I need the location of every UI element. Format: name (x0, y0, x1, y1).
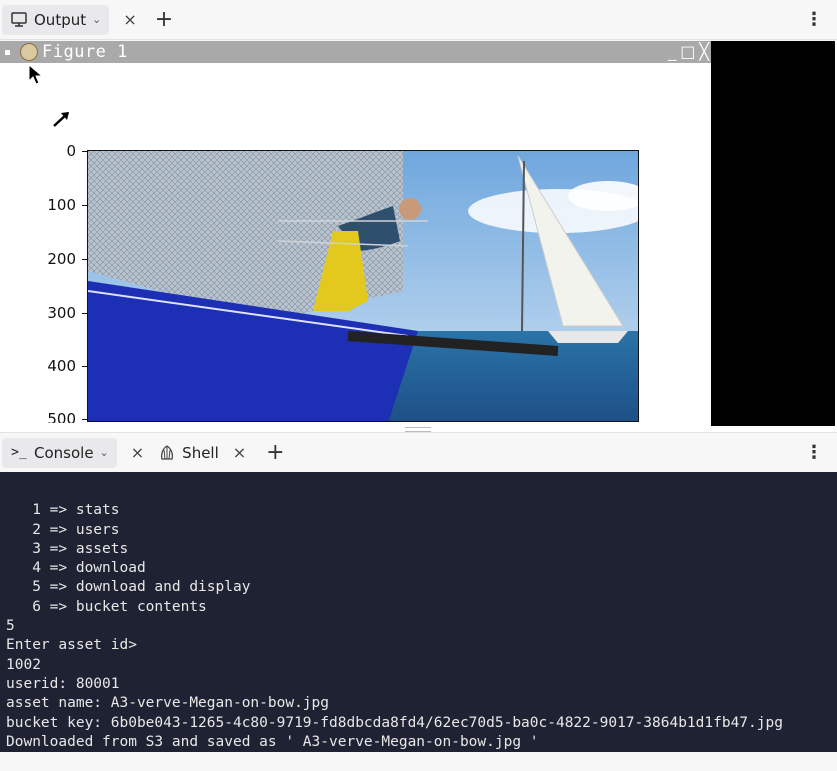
mouse-pointer-icon (28, 64, 44, 85)
more-options-icon[interactable]: ⋮ (805, 442, 823, 463)
maximize-button[interactable]: □ (680, 42, 695, 61)
shell-icon (158, 444, 176, 462)
output-tabbar: Output ⌄ × + ⋮ (0, 0, 837, 40)
close-tab-console-button[interactable]: × (131, 443, 144, 462)
y-tick-label: 400 (47, 357, 76, 375)
more-options-icon[interactable]: ⋮ (805, 9, 823, 30)
figure-titlebar[interactable]: Figure 1 _ □ ╳ (0, 41, 711, 63)
chevron-down-icon[interactable]: ⌄ (100, 446, 109, 459)
tab-console[interactable]: >_ Console ⌄ (2, 437, 117, 468)
window-menu-icon[interactable] (5, 49, 10, 55)
tab-shell-label: Shell (182, 443, 219, 462)
tab-shell[interactable]: Shell × (150, 438, 262, 468)
chevron-down-icon[interactable]: ⌄ (92, 13, 101, 26)
tab-output-label: Output (34, 10, 87, 29)
window-controls: _ □ ╳ (668, 42, 709, 61)
y-tick-label: 500 (47, 410, 76, 423)
console-line: 5 (6, 618, 15, 635)
matplotlib-logo-icon (20, 43, 38, 61)
terminal-prompt-icon: >_ (11, 445, 27, 460)
console-line: 5 => download and display (6, 579, 251, 596)
y-tick-label: 100 (47, 196, 76, 214)
close-tab-shell-button[interactable]: × (233, 443, 246, 462)
add-tab-button[interactable]: + (266, 440, 284, 465)
console-line: userid: 80001 (6, 675, 120, 692)
arrow-cursor-icon (53, 112, 69, 127)
y-tick-label: 200 (47, 250, 76, 268)
output-background (711, 41, 835, 426)
console-line: 1 => stats (6, 502, 120, 519)
console-line: 4 => download (6, 560, 146, 577)
console-line: Enter asset id> (6, 637, 137, 654)
close-window-button[interactable]: ╳ (699, 42, 709, 61)
console-line: 3 => assets (6, 540, 129, 557)
displayed-image (87, 150, 639, 422)
console-line: asset name: A3-verve-Megan-on-bow.jpg (6, 695, 330, 712)
console-line: Downloaded from S3 and saved as ' A3-ver… (6, 733, 539, 750)
y-tick-label: 300 (47, 304, 76, 322)
minimize-button[interactable]: _ (668, 42, 676, 61)
console-output[interactable]: 1 => stats 2 => users 3 => assets 4 => d… (0, 472, 837, 752)
console-line: 6 => bucket contents (6, 598, 207, 615)
console-line: 1002 (6, 656, 41, 673)
figure-title: Figure 1 (42, 42, 128, 62)
monitor-icon (10, 11, 28, 29)
console-line: bucket key: 6b0be043-1265-4c80-9719-fd8d… (6, 714, 783, 731)
tab-console-label: Console (34, 443, 94, 462)
console-line: 2 => users (6, 521, 120, 538)
y-tick-label: 0 (66, 142, 76, 160)
console-tabbar: >_ Console ⌄ × Shell × + ⋮ (0, 432, 837, 472)
tab-output[interactable]: Output ⌄ (2, 4, 110, 35)
close-tab-output-button[interactable]: × (123, 10, 136, 29)
add-tab-button[interactable]: + (155, 7, 173, 32)
